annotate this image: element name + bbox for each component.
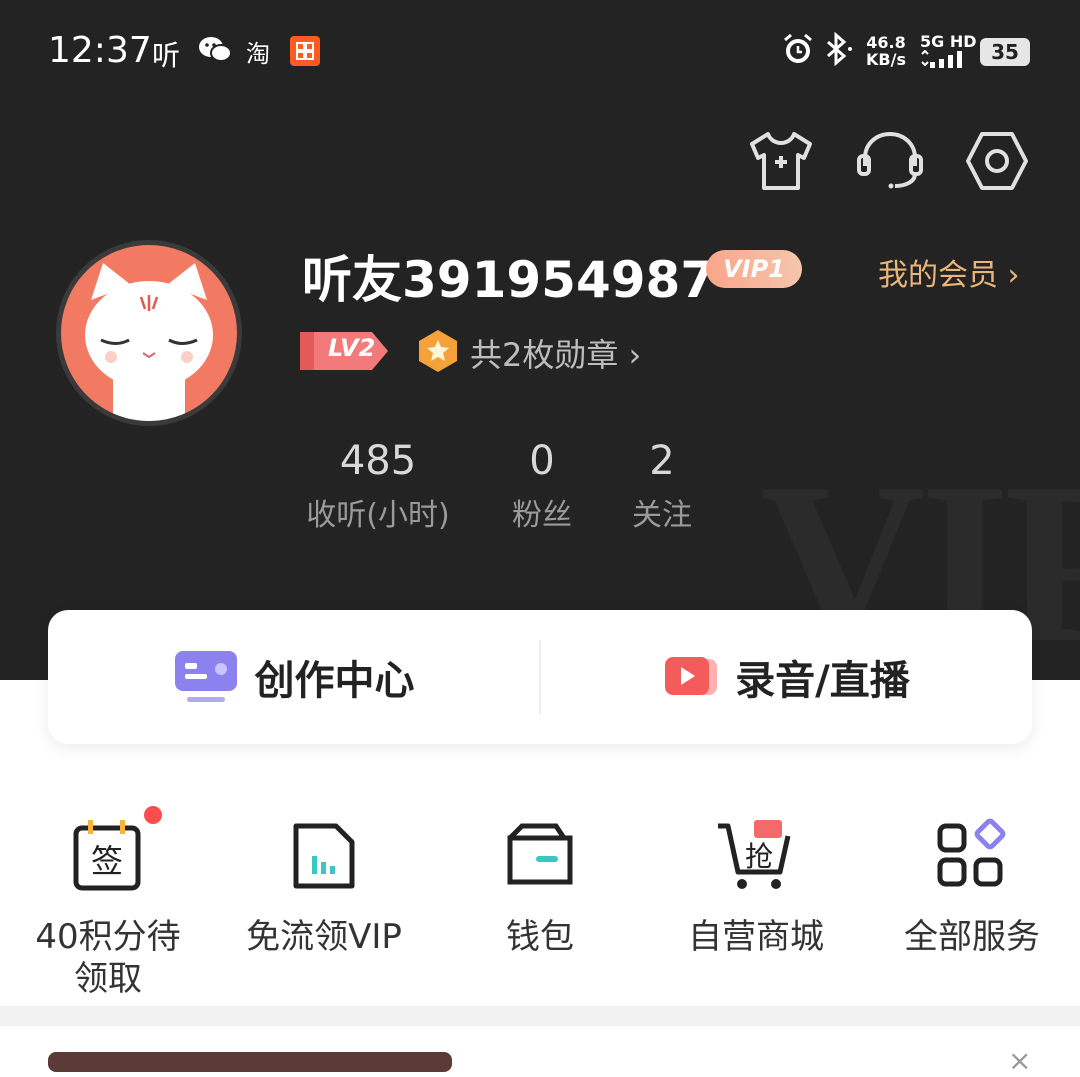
stat-label: 粉丝 [512,498,572,533]
shopping-cart-icon: 抢 [716,816,796,896]
network-type: 5G HD [920,32,977,51]
record-live-icon [665,657,718,695]
service-mall[interactable]: 抢 自营商城 [656,816,856,958]
medals-link[interactable]: 共2枚勋章 › [470,330,641,376]
service-label: 钱包 [506,917,574,957]
stat-value: 2 [649,438,675,484]
service-free-data-vip[interactable]: 免流领VIP [224,816,424,958]
service-wallet[interactable]: 钱包 [440,816,640,958]
record-live-button[interactable]: 录音/直播 [541,610,1032,744]
service-checkin-points[interactable]: 签 40积分待领取 [8,806,208,1000]
alarm-icon [782,32,814,70]
my-membership-link[interactable]: 我的会员 › [878,250,1020,294]
vip-level-badge[interactable]: VIP1 [706,250,802,288]
stat-value: 485 [339,438,417,484]
net-speed-unit: KB/s [866,50,906,69]
taobao-icon: 淘 [246,40,270,68]
service-label: 40积分待领取 [35,917,181,999]
service-label: 免流领VIP [246,917,402,957]
create-center-icon [174,651,237,702]
customer-service-headset-icon[interactable] [855,128,925,194]
stat-label: 关注 [632,498,692,533]
record-live-label: 录音/直播 [735,658,910,704]
stat-fans[interactable]: 0 粉丝 [492,438,592,534]
app-icon-orange [290,36,320,73]
create-center-button[interactable]: 创作中心 [48,610,539,744]
create-center-label: 创作中心 [254,658,415,704]
medal-icon [419,330,457,372]
sim-card-icon [284,816,364,896]
avatar[interactable] [56,240,242,426]
settings-gear-icon[interactable] [962,128,1032,194]
profile-header: VIP 12:37 听 淘 46.8 KB/s 5G HD 35 听友39195… [0,0,1080,680]
wallet-icon [500,816,580,896]
section-divider [0,1006,1080,1026]
checkin-icon: 签 [68,806,162,896]
username: 听友391954987 [302,251,716,309]
dress-up-shirt-icon[interactable] [746,128,816,194]
net-speed: 46.8 KB/s [866,34,906,68]
service-label: 自营商城 [688,917,824,957]
checkin-glyph: 签 [91,842,123,880]
stat-listen-hours[interactable]: 485 收听(小时) [300,438,456,534]
signal-icon [920,49,970,72]
service-all[interactable]: 全部服务 [872,816,1072,958]
service-label: 全部服务 [904,917,1040,957]
stat-following[interactable]: 2 关注 [612,438,712,534]
cart-glyph: 抢 [745,840,773,873]
all-services-icon [932,816,1012,896]
status-time: 12:37 [48,30,152,71]
notification-dot [144,806,162,824]
close-icon[interactable]: × [1008,1044,1031,1077]
stat-value: 0 [529,438,555,484]
status-bar: 12:37 听 淘 46.8 KB/s 5G HD 35 [0,0,1080,100]
level-text: LV2 [328,334,376,362]
creator-action-card: 创作中心 录音/直播 [48,610,1032,744]
banner-peek[interactable] [48,1052,452,1072]
battery-indicator: 35 [980,38,1030,66]
wechat-icon [198,34,232,71]
stat-label: 收听(小时) [306,498,450,533]
tingshu-app-icon: 听 [152,39,181,72]
bluetooth-icon [822,31,854,70]
